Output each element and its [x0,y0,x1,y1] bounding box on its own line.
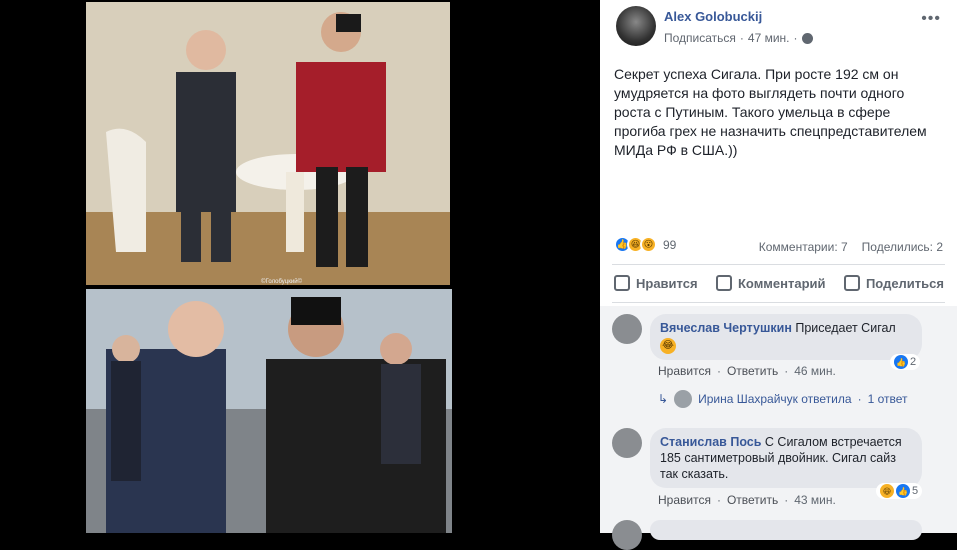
grin-emoji-icon: 😂 [660,338,676,354]
post-actions: Нравится Комментарий Поделиться [614,275,944,291]
shares-count[interactable]: Поделились: 2 [862,240,943,254]
meta-dot: · [793,31,798,45]
author-name[interactable]: Alex Golobuckij [664,9,762,24]
author-avatar[interactable] [616,6,656,46]
photo-outdoor-illustration [86,289,452,533]
comment-bubble: Вячеслав Чертушкин Приседает Сигал 😂 [650,314,922,360]
meta-dot: · [739,31,744,45]
like-reaction-icon: 👍 [894,355,908,369]
reply-avatar [674,390,693,408]
comment-reply-link[interactable]: Ответить [727,493,778,507]
comment-reaction-count: 2 [910,356,917,368]
comment-bubble [650,520,922,540]
sep-dot: · [857,392,862,406]
post-counts: Комментарии: 7 Поделились: 2 [759,240,943,254]
sep-dot: · [716,364,721,378]
like-reaction-icon: 👍 [896,484,910,498]
comment-reaction-count: 5 [912,485,919,497]
share-button[interactable]: Поделиться [843,275,944,291]
reply-count: 1 ответ [867,392,908,406]
subscribe-link[interactable]: Подписаться [664,31,736,45]
post-reactions[interactable]: 👍 😆 😮 99 [614,236,676,253]
comment-time[interactable]: 43 мин. [794,493,836,507]
comment-text: Приседает Сигал [795,321,896,335]
comment-icon [715,275,732,291]
comment-like-link[interactable]: Нравится [658,493,711,507]
comment-avatar[interactable] [612,314,642,344]
wow-reaction-icon: 😮 [640,236,657,253]
comment-time[interactable]: 46 мин. [794,364,836,378]
comment-reply-link[interactable]: Ответить [727,364,778,378]
like-button[interactable]: Нравится [614,275,698,291]
comment-button[interactable]: Комментарий [715,275,826,291]
haha-reaction-icon: 😆 [880,484,894,498]
sep-dot: · [784,493,789,507]
comment-label: Комментарий [737,275,826,291]
comment-author[interactable]: Вячеслав Чертушкин [660,321,792,335]
comment-actions: Нравится · Ответить · 43 мин. [658,493,836,507]
comment-reactions[interactable]: 😆 👍 5 [876,483,923,499]
divider [612,264,945,265]
comments-count[interactable]: Комментарии: 7 [759,240,848,254]
comment-avatar[interactable] [612,520,642,550]
post-text: Секрет успеха Сигала. При росте 192 см о… [614,66,927,158]
more-icon[interactable]: ••• [921,10,941,28]
comment-bubble: Станислав Пось С Сигалом встречается 185… [650,428,922,488]
comment-reactions[interactable]: 👍 2 [890,354,921,370]
thumbs-up-icon [614,275,630,291]
reply-arrow-icon: ↳ [658,392,669,406]
share-label: Поделиться [865,275,944,291]
photo-outdoor-handshake[interactable] [86,289,452,533]
replies-link[interactable]: ↳ Ирина Шахрайчук ответила · 1 ответ [658,390,908,408]
photo-kremlin-illustration [86,2,450,285]
comment-actions: Нравится · Ответить · 46 мин. [658,364,836,378]
comment-like-link[interactable]: Нравится [658,364,711,378]
post-meta: Подписаться · 47 мин. · [664,31,813,45]
comment-avatar[interactable] [612,428,642,458]
photo-kremlin-handshake[interactable]: ©Голобуцкий© [86,2,450,285]
sep-dot: · [716,493,721,507]
globe-icon [801,32,813,44]
post-time[interactable]: 47 мин. [748,31,790,45]
share-icon [843,275,860,291]
like-label: Нравится [636,275,698,291]
comment-author[interactable]: Станислав Пось [660,435,761,449]
divider [612,302,945,303]
photo-watermark: ©Голобуцкий© [261,279,302,285]
reaction-count: 99 [663,237,677,252]
sep-dot: · [784,364,789,378]
reply-author-text: Ирина Шахрайчук ответила [698,392,852,406]
post-panel: Alex Golobuckij Подписаться · 47 мин. · … [600,0,957,550]
photo-viewer: ©Голобуцкий© [0,0,600,533]
